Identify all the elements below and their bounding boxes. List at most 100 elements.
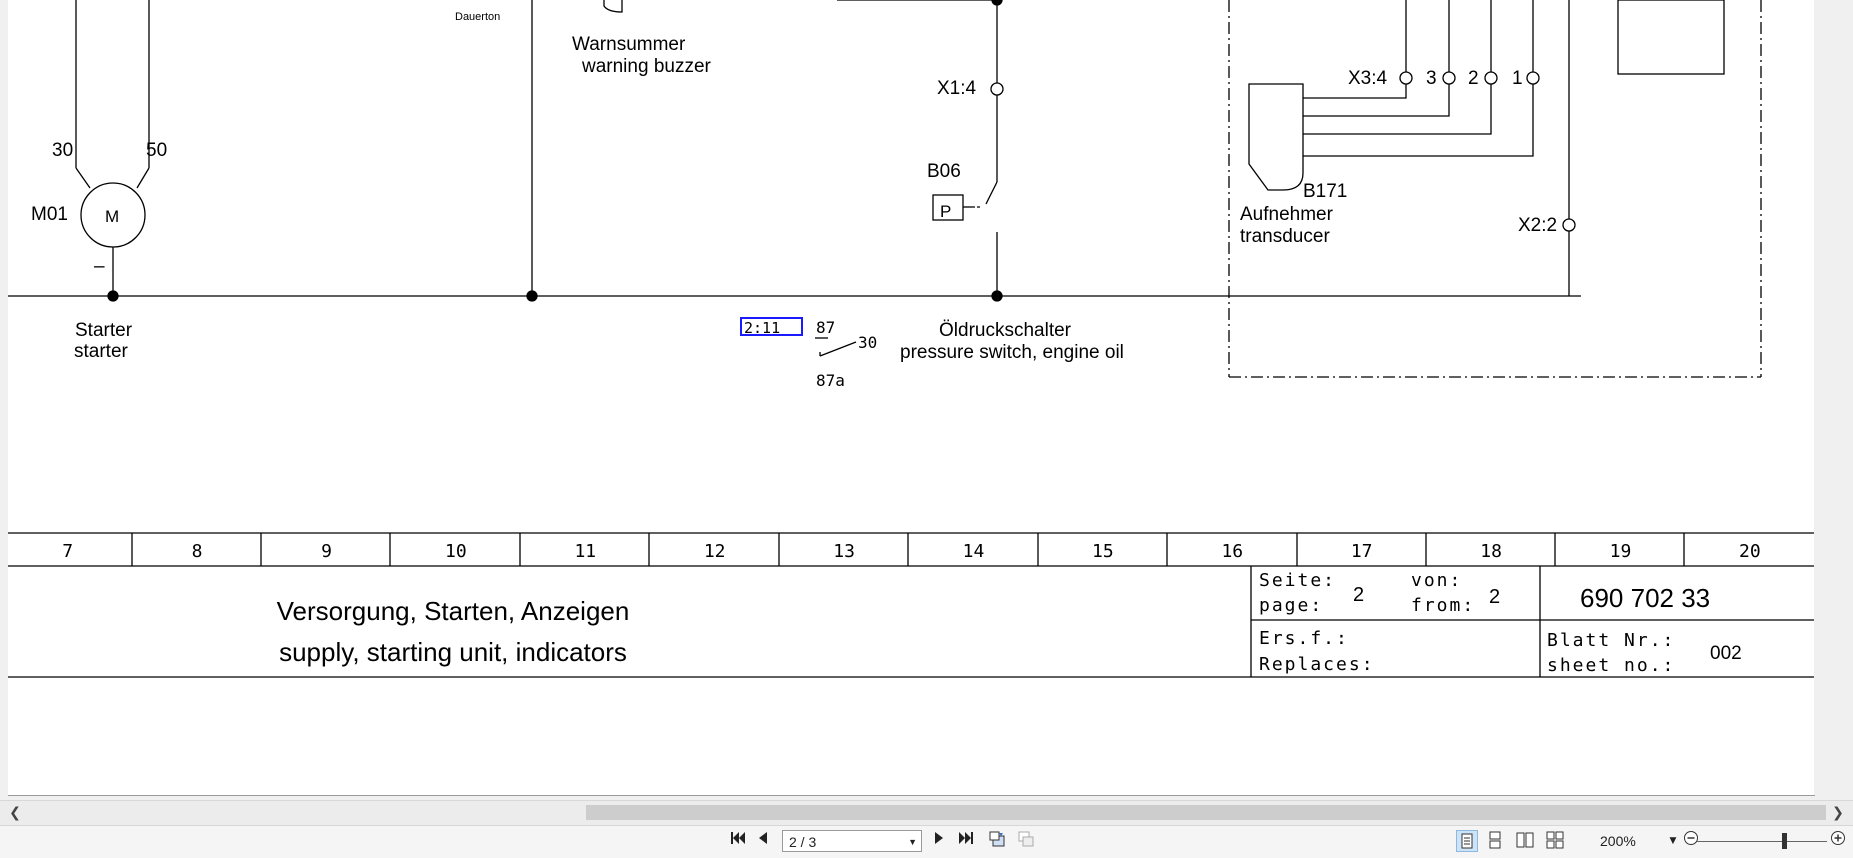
connector-x3-2 <box>1484 71 1498 85</box>
junction-dot <box>107 290 119 302</box>
ruler-column-label: 12 <box>704 541 726 562</box>
starter-wire-30-bend <box>75 167 91 189</box>
transducer-wire-2 <box>1303 84 1492 135</box>
terminal-50-label: 50 <box>146 140 167 161</box>
relay-30-label: 30 <box>858 333 877 352</box>
page-number-input[interactable]: 2 / 3 ▼ <box>782 830 922 852</box>
horizontal-scrollbar[interactable]: ❮ ❯ <box>0 800 1853 825</box>
relay-reference-label: 2:11 <box>744 319 780 337</box>
von-label: von: <box>1411 570 1462 591</box>
from-label: from: <box>1411 595 1475 616</box>
ruler-column-label: 20 <box>1739 541 1761 562</box>
ground-minus-label: – <box>94 256 105 277</box>
transducer-label-de: Aufnehmer <box>1240 204 1334 225</box>
ruler-column-label: 9 <box>321 541 332 562</box>
go-forward-view-icon[interactable] <box>1015 830 1037 852</box>
ruler-column-label: 8 <box>192 541 203 562</box>
starter-wire-50-bend <box>136 167 150 189</box>
dauerton-label: Dauerton <box>455 11 500 23</box>
ruler-column-label: 16 <box>1221 541 1243 562</box>
x1-4-label: X1:4 <box>937 78 977 99</box>
connector-x3-3 <box>1442 71 1456 85</box>
ruler-column-label: 10 <box>445 541 467 562</box>
oil-switch-contact <box>985 181 998 205</box>
ruler-column-label: 17 <box>1351 541 1373 562</box>
buzzer-symbol <box>603 0 623 13</box>
starter-label-de: Starter <box>75 320 133 341</box>
oil-switch-label-en: pressure switch, engine oil <box>900 342 1124 363</box>
chevron-down-icon[interactable]: ▼ <box>908 831 917 853</box>
facing-pages-view-icon[interactable] <box>1515 830 1537 852</box>
x2-2-label: X2:2 <box>1518 215 1557 236</box>
schematic-page: Dauerton Warnsummer warning buzzer X1:4 … <box>8 0 1815 796</box>
relay-contact-arm <box>819 341 857 357</box>
go-back-view-icon[interactable] <box>986 830 1008 852</box>
blatt-label: Blatt Nr.: <box>1547 630 1675 651</box>
connector-x2-2 <box>1562 218 1576 232</box>
ruler-column-label: 18 <box>1480 541 1502 562</box>
starter-label-en: starter <box>74 341 129 362</box>
wiring-diagram: Dauerton Warnsummer warning buzzer X1:4 … <box>8 0 1814 678</box>
navigation-toolbar: 2 / 3 ▼ 200% ▼ <box>0 825 1853 858</box>
replaces-label: Replaces: <box>1259 654 1375 675</box>
drawing-number: 690 702 33 <box>1580 583 1710 613</box>
b171-label: B171 <box>1303 181 1347 202</box>
vertical-scrollbar[interactable] <box>1814 0 1853 795</box>
title-german: Versorgung, Starten, Anzeigen <box>277 596 630 626</box>
zoom-level[interactable]: 200% <box>1600 830 1650 852</box>
transducer-body <box>1248 83 1304 191</box>
continuous-facing-view-icon[interactable] <box>1545 830 1567 852</box>
buzzer-label-en: warning buzzer <box>581 56 712 77</box>
sheet-label: sheet no.: <box>1547 655 1675 676</box>
pressure-symbol-label: P <box>940 202 951 221</box>
connector-x3-1 <box>1526 71 1540 85</box>
ruler-column-label: 19 <box>1610 541 1632 562</box>
ruler-labels: 7 8 9 10 11 12 13 14 15 16 17 18 19 20 <box>62 541 1760 562</box>
zoom-in-icon[interactable] <box>1828 830 1848 852</box>
continuous-view-icon[interactable] <box>1485 830 1507 852</box>
previous-page-icon[interactable] <box>752 830 774 852</box>
module-box <box>1617 0 1725 75</box>
sheet-number: 002 <box>1710 643 1742 664</box>
ruler-column-label: 13 <box>833 541 855 562</box>
terminal-30-label: 30 <box>52 140 73 161</box>
pin-2-label: 2 <box>1468 68 1479 89</box>
transducer-label-en: transducer <box>1240 226 1330 247</box>
transducer-wire-1 <box>1303 84 1534 157</box>
m01-label: M01 <box>31 204 68 225</box>
connector-x1-4 <box>990 82 1004 96</box>
seite-label: Seite: <box>1259 570 1336 591</box>
relay-87-label: 87 <box>816 318 835 337</box>
ruler-column-label: 11 <box>574 541 596 562</box>
zoom-slider-thumb[interactable] <box>1782 833 1787 849</box>
connector-x3-4 <box>1399 71 1413 85</box>
x3-4-label: X3:4 <box>1348 68 1388 89</box>
pin-1-label: 1 <box>1512 68 1523 89</box>
from-value: 2 <box>1489 586 1500 608</box>
motor-symbol-label: M <box>105 207 119 226</box>
ersf-label: Ers.f.: <box>1259 628 1349 649</box>
ruler-column-label: 7 <box>62 541 73 562</box>
buzzer-label-de: Warnsummer <box>572 34 686 55</box>
page-label: page: <box>1259 595 1323 616</box>
ruler-dividers <box>131 533 1685 566</box>
relay-87a-label: 87a <box>816 371 845 390</box>
scroll-left-icon[interactable]: ❮ <box>5 803 25 823</box>
zoom-dropdown-icon[interactable]: ▼ <box>1666 830 1680 852</box>
pin-3-label: 3 <box>1426 68 1437 89</box>
title-english: supply, starting unit, indicators <box>279 637 627 667</box>
oil-switch-label-de: Öldruckschalter <box>939 320 1072 341</box>
b06-label: B06 <box>927 161 961 182</box>
page-value: 2 <box>1353 584 1364 606</box>
next-page-icon[interactable] <box>928 830 950 852</box>
document-viewer: Dauerton Warnsummer warning buzzer X1:4 … <box>0 0 1853 805</box>
ruler-column-label: 15 <box>1092 541 1114 562</box>
page-number-value: 2 / 3 <box>789 834 817 850</box>
scrollbar-thumb[interactable] <box>586 805 1826 820</box>
first-page-icon[interactable] <box>727 830 749 852</box>
last-page-icon[interactable] <box>955 830 977 852</box>
ruler-column-label: 14 <box>963 541 985 562</box>
scroll-right-icon[interactable]: ❯ <box>1828 803 1848 823</box>
zoom-slider-track[interactable] <box>1697 841 1827 842</box>
single-page-view-icon[interactable] <box>1456 830 1478 852</box>
